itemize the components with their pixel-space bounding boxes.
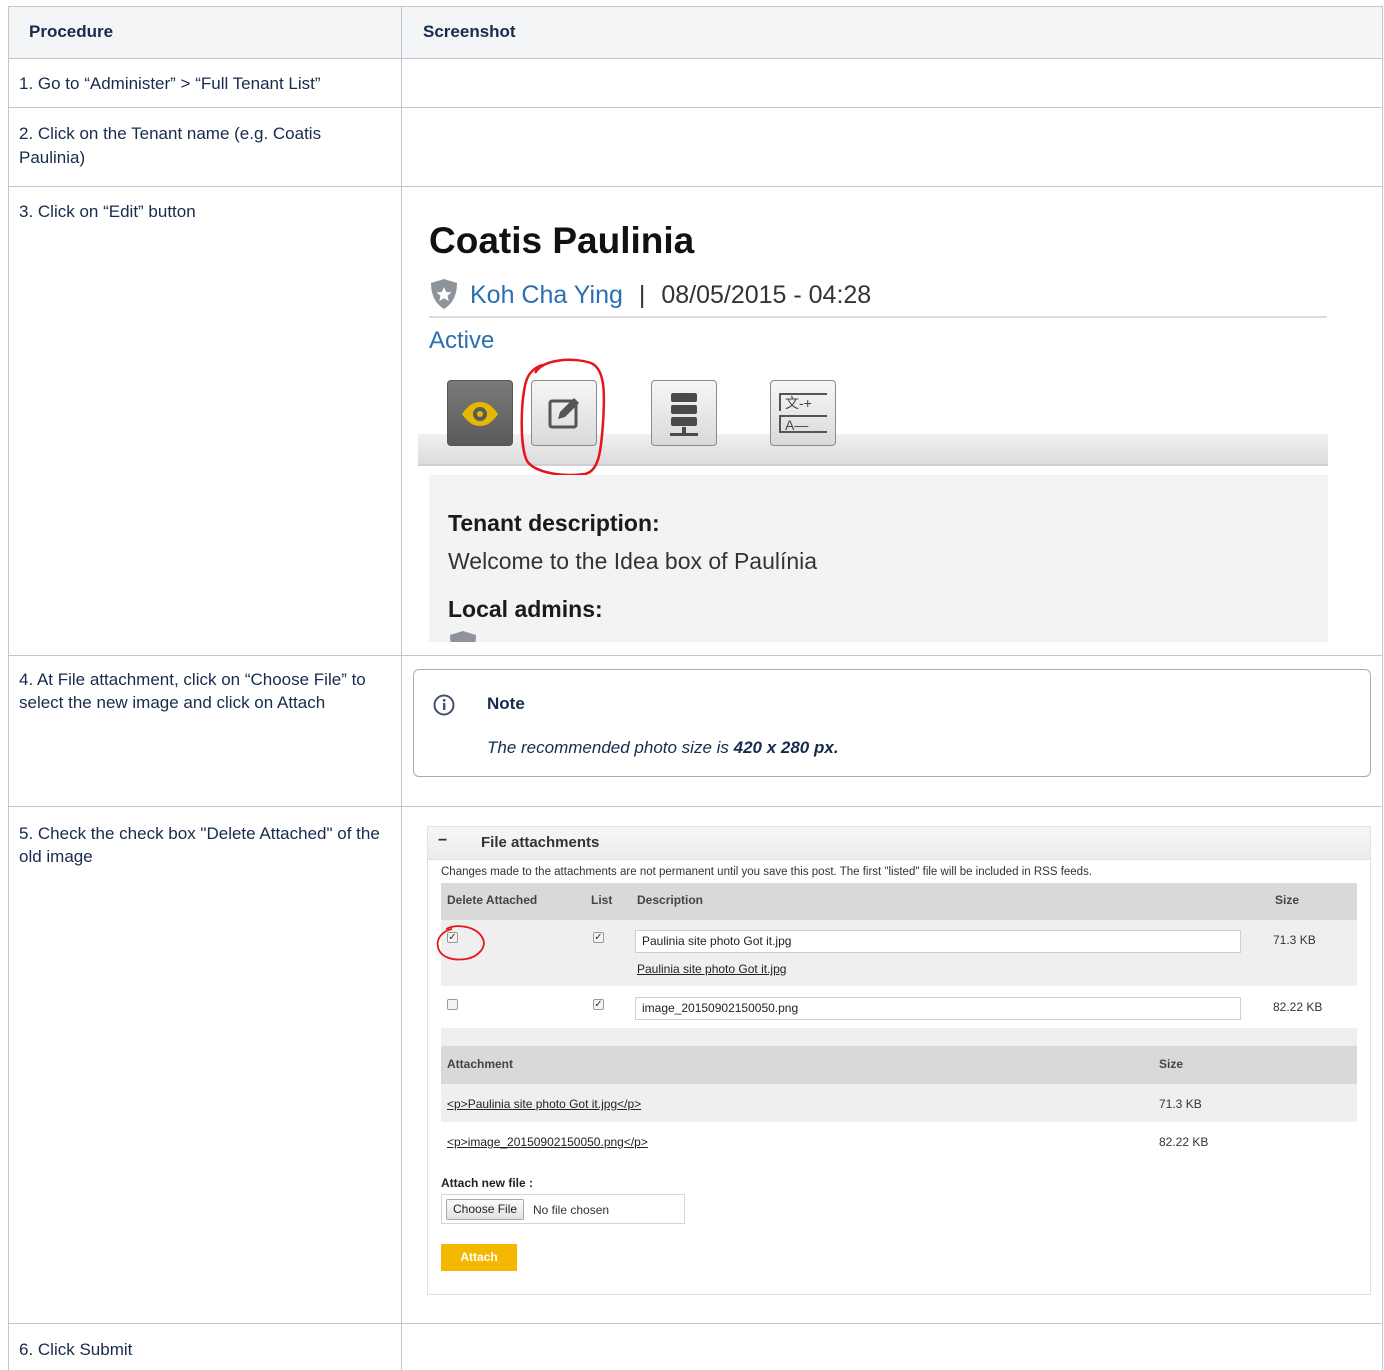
attachments-table-header [441,883,1357,920]
size-row2: 82.22 KB [1273,1000,1323,1014]
description-input-row2[interactable]: image_20150902150050.png [635,997,1241,1020]
eye-icon [462,402,498,426]
attach-button[interactable]: Attach [441,1244,517,1271]
translate-icon: 文-+ A— [779,393,827,435]
attachment-size-2: 82.22 KB [1159,1135,1209,1149]
tenant-status: Active [429,327,495,354]
list-checkbox-row2[interactable]: ✓ [593,999,604,1010]
description-input-row1[interactable]: Paulinia site photo Got it.jpg [635,930,1241,953]
attachment-list-header [441,1046,1357,1084]
description-text: Welcome to the Idea box of Paulínia [448,548,818,574]
description-heading: Tenant description: [448,510,660,536]
section-title: File attachments [481,834,600,851]
col-size: Size [1275,893,1300,907]
table-footer-band [441,1028,1357,1046]
step-2: 2. Click on the Tenant name (e.g. Coatis… [19,124,322,167]
delete-highlight-annotation [436,925,485,961]
note-title: Note [487,694,525,713]
tenant-title: Coatis Paulinia [429,220,695,261]
attachment-size-1: 71.3 KB [1159,1097,1202,1111]
note-panel: Note The recommended photo size is 420 x… [413,669,1371,777]
edit-highlight-annotation [520,358,606,477]
col-description: Description [637,893,704,907]
help-text: Changes made to the attachments are not … [441,866,1093,878]
procedure-column-header: Procedure [29,22,114,41]
author-link[interactable]: Koh Cha Ying [470,281,623,309]
choose-file-button[interactable]: Choose File [446,1199,525,1220]
col-list: List [591,893,613,907]
tenant-meta: Koh Cha Ying | 08/05/2015 - 04:28 [470,281,871,310]
post-datetime: 08/05/2015 - 04:28 [661,281,872,309]
collapse-toggle-icon[interactable]: − [438,832,447,850]
attachment-link-2[interactable]: <p>image_20150902150050.png</p> [447,1135,648,1149]
tab-translate[interactable]: 文-+ A— [770,380,836,446]
tab-structure[interactable] [651,380,717,446]
step-3: 3. Click on “Edit” button [19,202,196,221]
col-attachment-size: Size [1159,1057,1184,1071]
tab-view[interactable] [447,380,513,446]
info-icon [433,694,455,716]
admin-shield-icon [448,630,478,642]
size-row1: 71.3 KB [1273,933,1316,947]
col-attachment: Attachment [447,1057,514,1071]
step-6: 6. Click Submit [19,1340,133,1359]
admins-heading: Local admins: [448,596,603,622]
table-header-row [8,6,1382,58]
screenshot-column-header: Screenshot [423,22,516,41]
file-attachments-screenshot: − File attachments Changes made to the a… [427,826,1371,1295]
tenant-screenshot: Coatis Paulinia Koh Cha Ying | 08/05/201… [418,210,1328,642]
server-icon [670,393,698,436]
note-text: The recommended photo size is 420 x 280 … [487,738,839,757]
meta-divider [429,316,1327,318]
step-5: 5. Check the check box "Delete Attached"… [19,824,380,866]
meta-separator: | [638,281,646,309]
attach-new-label: Attach new file : [441,1176,534,1190]
col-delete-attached: Delete Attached [447,893,538,907]
list-checkbox-row1[interactable]: ✓ [593,932,604,943]
attachment-link-1[interactable]: <p>Paulinia site photo Got it.jpg</p> [447,1097,641,1111]
no-file-chosen: No file chosen [533,1203,610,1217]
author-shield-icon [429,278,459,310]
file-link-row1[interactable]: Paulinia site photo Got it.jpg [637,962,786,976]
step-1: 1. Go to “Administer” > “Full Tenant Lis… [19,74,321,93]
delete-checkbox-row2[interactable] [447,999,458,1010]
step-4: 4. At File attachment, click on “Choose … [19,670,366,712]
